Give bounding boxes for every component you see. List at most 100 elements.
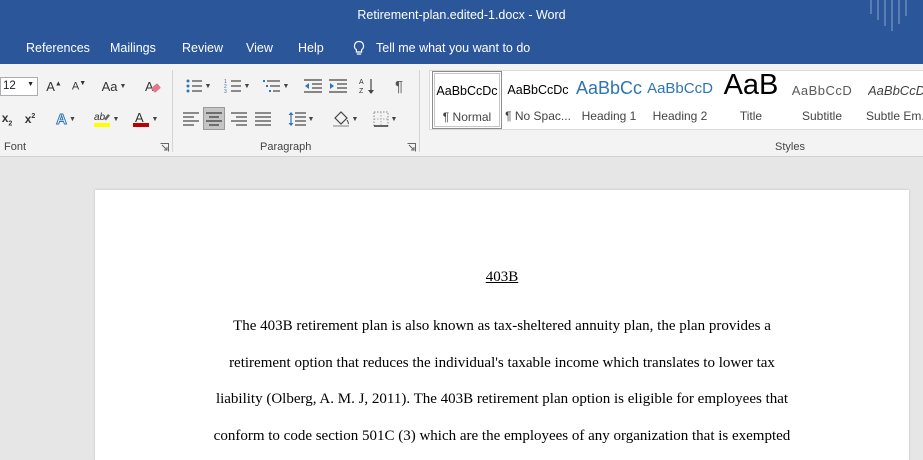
svg-text:A: A (135, 110, 144, 125)
font-color-icon: A (132, 110, 149, 127)
grow-font-button[interactable]: A▲ (44, 77, 64, 96)
body-line: retirement option that reduces the indiv… (229, 355, 775, 371)
chevron-down-icon: ▼ (351, 115, 359, 123)
style-preview: AaBbCc (575, 78, 643, 98)
menu-bar: References Mailings Review View Help Tel… (0, 33, 923, 64)
shading-button[interactable]: ▼ (328, 108, 362, 130)
tab-references[interactable]: References (26, 41, 90, 55)
style-preview: AaBbCcDc (436, 84, 498, 98)
line-spacing-icon (288, 112, 306, 126)
svg-text:Z: Z (359, 88, 364, 95)
style-name: Title (739, 109, 763, 123)
subscript-icon: x2 (1, 110, 13, 128)
style-name: ¶ Normal (442, 110, 492, 124)
tab-help[interactable]: Help (298, 41, 324, 55)
style-preview: AaBbCcD (791, 83, 853, 98)
clear-formatting-icon: A (145, 79, 161, 94)
title-bar: Retirement-plan.edited-1.docx - Word (0, 0, 923, 33)
change-case-button[interactable]: Aa ▼ (98, 77, 130, 96)
font-color-button[interactable]: A ▼ (128, 109, 162, 129)
change-case-label: Aa (101, 79, 118, 94)
highlight-color-button[interactable]: ab ▼ (89, 109, 123, 129)
align-right-button[interactable] (229, 108, 249, 130)
shrink-font-button[interactable]: A▼ (69, 77, 89, 96)
style-heading-2[interactable]: AaBbCcD Heading 2 (645, 71, 715, 129)
numbering-icon: 123 (224, 79, 241, 94)
styles-gallery: AaBbCcDc ¶ Normal AaBbCcDc ¶ No Spac... … (429, 70, 923, 130)
grow-font-icon: A▲ (46, 79, 62, 94)
numbering-button[interactable]: 123 ▼ (220, 76, 254, 96)
text-effects-icon: A (56, 110, 68, 128)
bullets-button[interactable]: ▼ (181, 76, 215, 96)
increase-indent-icon (329, 79, 347, 93)
document-area: 403B The 403B retirement plan is also kn… (0, 157, 923, 460)
svg-text:3: 3 (224, 89, 227, 94)
highlighter-icon: ab (93, 112, 110, 127)
font-dialog-launcher-icon[interactable] (160, 143, 169, 152)
paragraph-dialog-launcher-icon[interactable] (407, 143, 416, 152)
style-no-spacing[interactable]: AaBbCcDc ¶ No Spac... (503, 71, 573, 129)
svg-text:A: A (359, 79, 364, 86)
chevron-down-icon: ▼ (27, 81, 34, 88)
lightbulb-icon (353, 40, 365, 55)
style-preview: AaBbCcD (647, 80, 713, 97)
text-effects-button[interactable]: A ▼ (52, 109, 80, 129)
font-group-label: Font (4, 141, 27, 153)
style-normal[interactable]: AaBbCcDc ¶ Normal (432, 71, 502, 129)
tab-view[interactable]: View (246, 41, 273, 55)
style-preview: AaB (723, 71, 779, 101)
style-name: Subtle Em... (866, 109, 923, 123)
superscript-button[interactable]: x2 (21, 109, 39, 129)
chevron-down-icon: ▼ (282, 82, 290, 90)
svg-text:A: A (145, 79, 154, 94)
line-spacing-button[interactable]: ▼ (284, 108, 318, 130)
align-center-icon (206, 111, 222, 126)
chevron-down-icon: ▼ (151, 115, 159, 123)
align-right-icon (231, 112, 247, 126)
style-subtitle[interactable]: AaBbCcD Subtitle (787, 71, 857, 129)
sort-button[interactable]: AZ (358, 76, 378, 96)
svg-text:ab: ab (94, 112, 106, 123)
style-title[interactable]: AaB Title (716, 71, 786, 129)
subscript-button[interactable]: x2 (0, 109, 14, 129)
tab-mailings[interactable]: Mailings (110, 41, 156, 55)
document-heading: 403B (485, 269, 519, 285)
chevron-down-icon: ▼ (112, 115, 120, 123)
style-preview: AaBbCcDc (507, 83, 569, 97)
justify-icon (255, 112, 271, 126)
justify-button[interactable] (253, 108, 273, 130)
pilcrow-icon: ¶ (394, 77, 404, 95)
title-bar-decoration (870, 0, 907, 31)
borders-button[interactable]: ▼ (368, 108, 402, 130)
align-center-button[interactable] (203, 107, 225, 130)
multilevel-list-button[interactable]: ▼ (259, 76, 293, 96)
paragraph-group-label: Paragraph (260, 141, 312, 153)
chevron-down-icon: ▼ (390, 115, 398, 123)
group-separator (419, 70, 420, 152)
paint-bucket-icon (332, 111, 349, 127)
tell-me-label: Tell me what you want to do (376, 41, 531, 55)
font-size-value: 12 (3, 80, 16, 92)
show-formatting-marks-button[interactable]: ¶ (389, 76, 409, 96)
chevron-down-icon: ▼ (204, 82, 212, 90)
increase-indent-button[interactable] (328, 76, 348, 96)
align-left-button[interactable] (181, 108, 201, 130)
style-heading-1[interactable]: AaBbCc Heading 1 (574, 71, 644, 129)
chevron-down-icon: ▼ (307, 115, 315, 123)
font-size-box[interactable]: 12 ▼ (0, 77, 38, 96)
styles-group-label: Styles (775, 141, 805, 153)
tab-review[interactable]: Review (182, 41, 223, 55)
decrease-indent-icon (304, 79, 322, 93)
clear-formatting-button[interactable]: A (142, 76, 164, 98)
style-name: Heading 2 (652, 109, 708, 123)
style-name: Subtitle (801, 109, 843, 123)
chevron-down-icon: ▼ (68, 115, 76, 123)
style-subtle-emphasis[interactable]: AaBbCcD Subtle Em... (858, 71, 923, 129)
document-page[interactable]: 403B The 403B retirement plan is also kn… (95, 190, 909, 460)
decrease-indent-button[interactable] (303, 76, 323, 96)
body-line: conform to code section 501C (3) which a… (213, 428, 791, 444)
window-title: Retirement-plan.edited-1.docx - Word (357, 8, 566, 22)
ribbon: 12 ▼ A▲ A▼ Aa ▼ A x2 x2 A ▼ ab ▼ A ▼ Font (0, 64, 923, 157)
sort-icon: AZ (359, 79, 374, 95)
tell-me-search[interactable]: Tell me what you want to do (352, 40, 530, 56)
